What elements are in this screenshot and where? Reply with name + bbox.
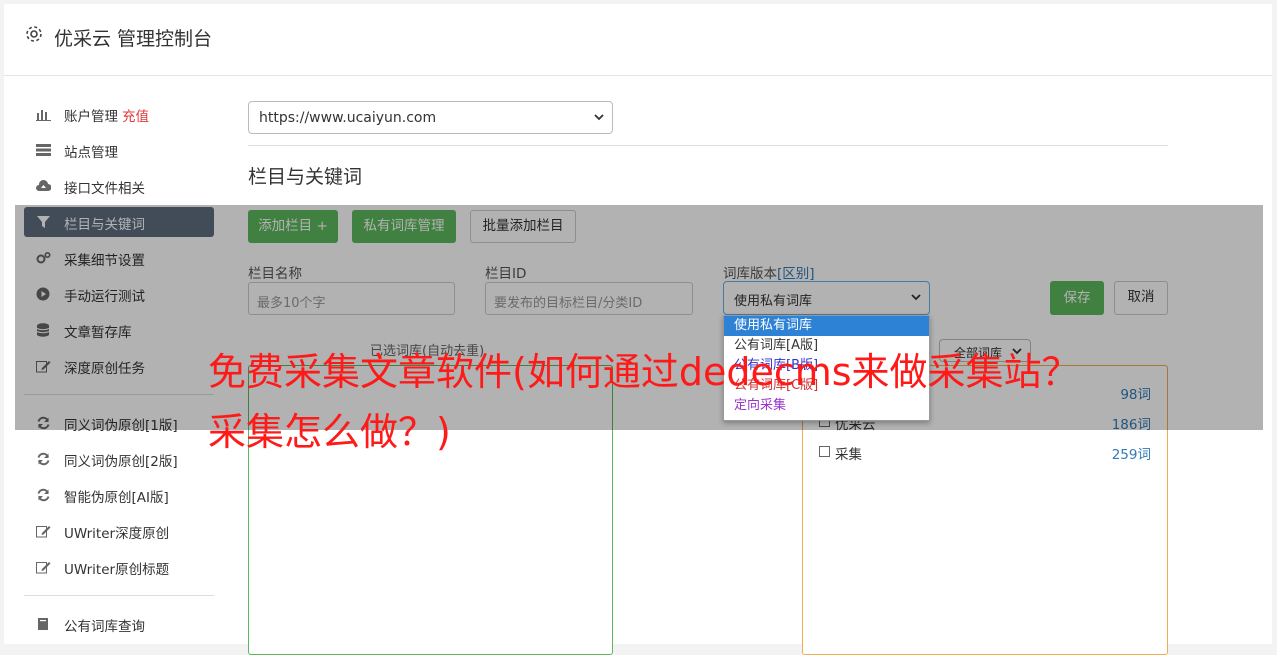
sidebar-item-label: 公有词库查询 bbox=[64, 619, 145, 635]
sidebar-item-label: 站点管理 bbox=[64, 145, 118, 161]
sidebar-item-ai-rewrite[interactable]: 智能伪原创[AI版] bbox=[24, 480, 214, 510]
sidebar-item-public-lib[interactable]: 公有词库查询 bbox=[24, 609, 214, 639]
server-icon bbox=[36, 144, 51, 156]
sidebar-item-label: UWriter原创标题 bbox=[64, 562, 170, 578]
bar-chart-icon bbox=[36, 110, 51, 121]
sidebar-item-label: 接口文件相关 bbox=[64, 181, 145, 197]
sidebar-item-label: 智能伪原创[AI版] bbox=[64, 490, 169, 506]
sidebar-item-account[interactable]: 账户管理 充值 bbox=[24, 99, 214, 129]
book-icon bbox=[38, 618, 48, 630]
edit-icon bbox=[36, 562, 51, 574]
wordlist-count: 259词 bbox=[1111, 447, 1151, 463]
dropdown-option[interactable]: 使用私有词库 bbox=[724, 316, 929, 336]
site-select-value: https://www.ucaiyun.com bbox=[259, 110, 437, 126]
divider bbox=[248, 145, 1168, 146]
sidebar-item-uwriter-deep[interactable]: UWriter深度原创 bbox=[24, 516, 214, 546]
sidebar-item-uwriter-title[interactable]: UWriter原创标题 bbox=[24, 552, 214, 582]
sidebar-item-label: UWriter深度原创 bbox=[64, 526, 170, 542]
sidebar-item-sites[interactable]: 站点管理 bbox=[24, 135, 214, 165]
cloud-upload-icon bbox=[36, 179, 51, 191]
edit-icon bbox=[36, 526, 51, 538]
recharge-link[interactable]: 充值 bbox=[122, 109, 149, 125]
chevron-down-icon bbox=[594, 114, 604, 121]
gear-icon bbox=[26, 26, 42, 42]
article-title-overlay: 免费采集文章软件(如何通过dedecms来做采集站？采集怎么做？) bbox=[208, 350, 1080, 454]
refresh-icon bbox=[37, 452, 50, 466]
site-select[interactable]: https://www.ucaiyun.com bbox=[248, 101, 613, 134]
sidebar-item-interface[interactable]: 接口文件相关 bbox=[24, 171, 214, 201]
refresh-icon bbox=[37, 488, 50, 502]
sidebar-item-label: 同义词伪原创[2版] bbox=[64, 454, 178, 470]
top-bar: 优采云 管理控制台 bbox=[4, 4, 1272, 76]
sidebar-item-label: 账户管理 bbox=[64, 109, 118, 125]
section-title: 栏目与关键词 bbox=[248, 166, 363, 188]
sidebar-item-synonym-v2[interactable]: 同义词伪原创[2版] bbox=[24, 444, 214, 474]
app-title: 优采云 管理控制台 bbox=[54, 28, 213, 50]
sidebar-divider bbox=[24, 595, 214, 596]
